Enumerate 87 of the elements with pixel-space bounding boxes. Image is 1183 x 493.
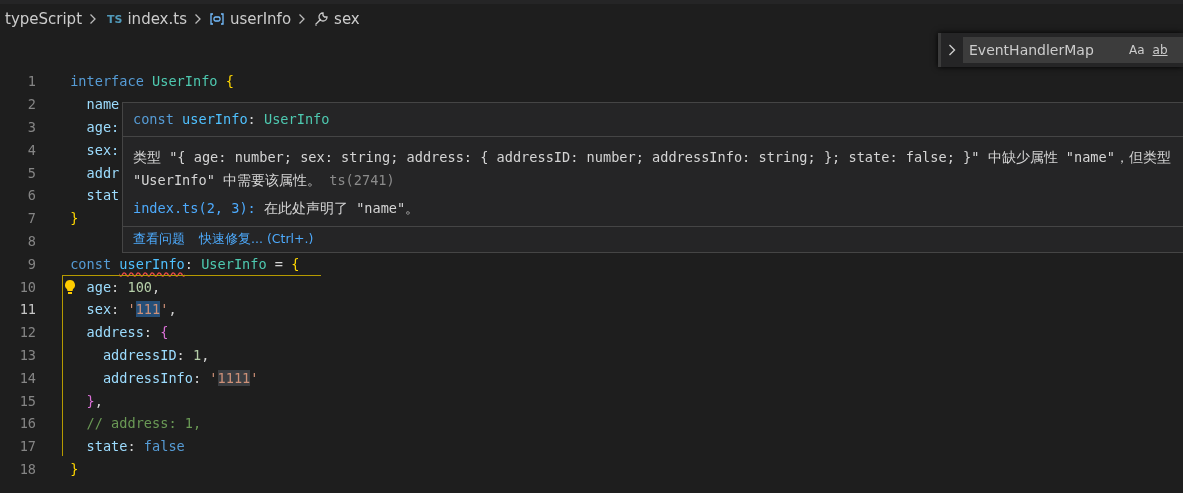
- line-number: 14: [18, 369, 36, 386]
- breadcrumb-item[interactable]: sex: [334, 10, 360, 28]
- action-link[interactable]: 快速修复... (Ctrl+.): [199, 231, 314, 248]
- line-number: 17: [18, 438, 36, 455]
- chevron-right-icon: [89, 13, 97, 25]
- wrench-icon: [313, 11, 330, 27]
- code-token: :: [192, 369, 203, 386]
- code-token: ': [160, 301, 169, 318]
- line-number: 13: [18, 346, 36, 363]
- line-number: 6: [26, 187, 36, 204]
- code-token: :: [143, 324, 154, 341]
- code-token: =: [274, 255, 284, 272]
- code-token: ,: [94, 392, 103, 409]
- code-token: stat: [85, 187, 120, 204]
- match-word-toggle[interactable]: ab: [1152, 43, 1168, 57]
- code-token: ,: [152, 278, 161, 295]
- code-token: {: [160, 324, 169, 341]
- breadcrumb-item[interactable]: index.ts: [127, 10, 187, 28]
- code-token: 1111: [217, 369, 251, 386]
- code-token: {: [291, 255, 300, 272]
- typescript-file-icon: TS: [107, 12, 123, 26]
- code-token: ,: [168, 301, 177, 318]
- line-number: 7: [26, 210, 36, 227]
- code-token: }: [70, 210, 79, 227]
- code-token: 111: [135, 301, 161, 318]
- line-number: 18: [18, 460, 36, 477]
- code-token: :: [176, 346, 186, 363]
- code-token: false: [143, 438, 185, 455]
- line-number: 16: [18, 415, 36, 432]
- error-code: ts(2741): [329, 172, 395, 188]
- code-token: }: [85, 392, 95, 409]
- code-token: const: [133, 111, 175, 127]
- code-token: }: [70, 460, 79, 477]
- breadcrumb-item[interactable]: typeScript: [5, 10, 82, 28]
- code-token: userInfo: [182, 111, 248, 127]
- code-token: :: [111, 301, 121, 318]
- code-token: name: [85, 96, 120, 113]
- code-token: ': [250, 369, 259, 386]
- code-token: :: [127, 438, 137, 455]
- code-token: sex: [85, 301, 112, 318]
- code-token: UserInfo: [263, 111, 330, 127]
- code-comment: // address: 1,: [85, 415, 202, 432]
- code-token: age:: [85, 119, 120, 135]
- code-token: age: [85, 278, 112, 295]
- action-link[interactable]: 查看问题: [133, 231, 185, 248]
- variable-icon: [208, 12, 225, 26]
- line-number: 1: [26, 73, 36, 90]
- line-number: 4: [26, 141, 36, 158]
- code-token: addressID: [101, 346, 177, 363]
- code-token: interface: [70, 73, 145, 90]
- line-number: 10: [18, 278, 36, 295]
- line-number: 11: [18, 301, 36, 318]
- code-token: ,: [201, 346, 210, 363]
- chevron-right-icon: [298, 13, 307, 25]
- code-token: UserInfo: [201, 255, 268, 272]
- related-info: 在此处声明了 "name"。: [263, 200, 420, 216]
- code-token: 1: [192, 346, 202, 363]
- line-number: 15: [18, 392, 36, 409]
- code-token: ': [209, 369, 218, 386]
- location-link[interactable]: index.ts(2, 3):: [133, 200, 256, 216]
- code-token: state: [85, 438, 128, 455]
- line-number: 2: [26, 96, 36, 113]
- error-message: 类型 "{ age: number; sex: string; address: { addressID: number; addressInfo: string; }; state: false; }" 中缺少属性 "name"，但类型 "UserInfo" 中需要该属性。 ts(2741): [133, 148, 1172, 190]
- find-input[interactable]: EventHandlerMap Aa ab: [963, 37, 1183, 63]
- chevron-right-icon: [193, 13, 202, 25]
- line-number: 5: [26, 164, 36, 181]
- code-token: address: [85, 324, 144, 341]
- lightbulb-icon[interactable]: [64, 278, 76, 296]
- line-number: 12: [18, 324, 36, 341]
- line-number: 9: [26, 255, 36, 272]
- match-case-toggle[interactable]: Aa: [1129, 43, 1145, 57]
- line-number: 8: [26, 232, 36, 249]
- code-token: addressInfo: [101, 369, 193, 386]
- code-token: UserInfo: [152, 73, 219, 90]
- code-token: addr: [85, 164, 120, 181]
- code-token: ': [127, 301, 136, 318]
- code-token: userInfo: [119, 255, 185, 272]
- line-number: 3: [26, 119, 36, 135]
- code-token: sex:: [85, 141, 120, 158]
- code-token: :: [111, 278, 121, 295]
- chevron-right-icon[interactable]: [947, 43, 957, 57]
- code-token: :: [184, 255, 194, 272]
- code-token: :: [247, 111, 257, 127]
- code-token: const: [70, 255, 113, 272]
- breadcrumb-item[interactable]: userInfo: [229, 10, 292, 28]
- code-token: 100: [127, 278, 153, 295]
- code-token: {: [225, 73, 234, 90]
